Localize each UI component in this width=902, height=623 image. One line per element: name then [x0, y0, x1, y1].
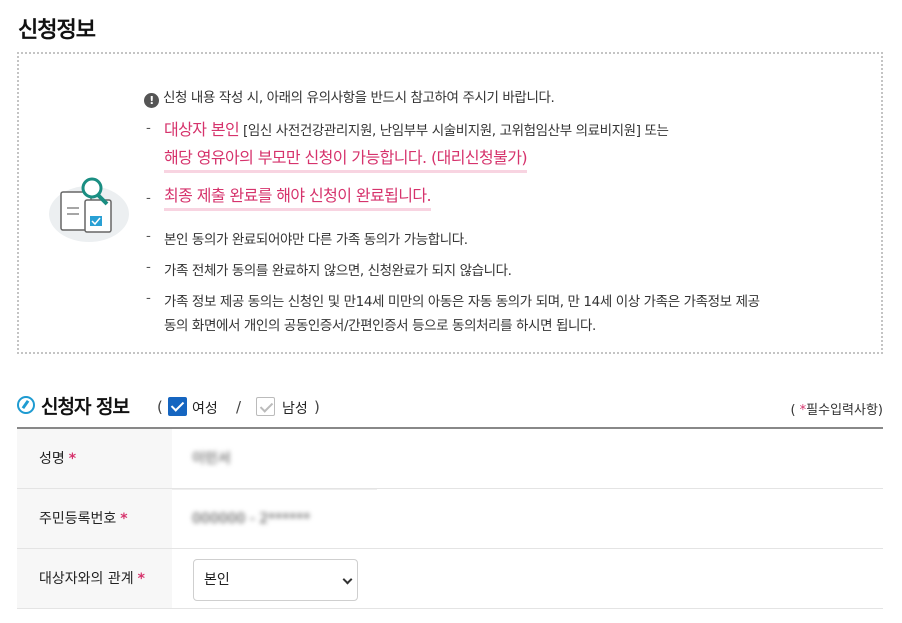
bullet-dash: - — [146, 190, 151, 206]
notice-bullet-3: 본인 동의가 완료되어야만 다른 가족 동의가 가능합니다. — [164, 232, 468, 248]
required-note: ( *필수입력사항) — [790, 399, 883, 418]
required-star: * — [120, 511, 128, 527]
notice-bullet-4: 가족 전체가 동의를 완료하지 않으면, 신청완료가 되지 않습니다. — [164, 263, 512, 279]
page-title: 신청정보 — [18, 18, 96, 43]
gender-divider: / — [236, 398, 242, 416]
relation-label-text: 대상자와의 관계 — [39, 571, 134, 587]
rrn-value: 000000 - 2****** — [192, 511, 311, 527]
document-search-icon — [49, 177, 129, 242]
paren-open: ( — [157, 398, 163, 416]
name-label-text: 성명 — [39, 451, 65, 467]
notice-info-text: 신청 내용 작성 시, 아래의 유의사항을 반드시 참고하여 주시기 바랍니다. — [163, 90, 555, 106]
edit-icon — [17, 396, 35, 414]
male-label[interactable]: 남성 — [282, 398, 308, 418]
relation-label: 대상자와의 관계 * — [17, 549, 172, 608]
bullet-dash: - — [146, 228, 151, 244]
bullet-dash: - — [146, 259, 151, 275]
notice-box: ! 신청 내용 작성 시, 아래의 유의사항을 반드시 참고하여 주시기 바랍니다… — [17, 52, 883, 354]
female-label[interactable]: 여성 — [192, 398, 218, 418]
form-row-relation: 대상자와의 관계 * 본인 — [17, 549, 883, 609]
female-checkbox[interactable] — [168, 397, 187, 416]
notice-info: ! 신청 내용 작성 시, 아래의 유의사항을 반드시 참고하여 주시기 바랍니다… — [144, 86, 555, 108]
required-paren-open: ( — [790, 403, 796, 418]
required-star: * — [68, 451, 77, 467]
name-label: 성명 * — [17, 429, 172, 488]
applicant-title: 신청자 정보 — [41, 396, 130, 418]
name-value: 이민서 — [192, 451, 231, 467]
required-paren-close: ) — [877, 403, 883, 418]
notice-bullet-5: 가족 정보 제공 동의는 신청인 및 만14세 미만의 아동은 자동 동의가 되… — [164, 294, 760, 310]
male-checkbox[interactable] — [256, 397, 275, 416]
applicant-form: 성명 * 이민서 주민등록번호 * 000000 - 2****** 대상자와의 관… — [17, 427, 883, 609]
relation-select[interactable]: 본인 — [193, 559, 358, 601]
required-text: 필수입력사항 — [806, 403, 878, 418]
paren-close: ) — [314, 398, 320, 416]
bullet-dash: - — [146, 120, 151, 136]
bullet-dash: - — [146, 290, 151, 306]
form-row-name: 성명 * 이민서 — [17, 429, 883, 490]
form-row-rrn: 주민등록번호 * 000000 - 2****** — [17, 489, 883, 549]
parent-only-text: 해당 영유아의 부모만 신청이 가능합니다. (대리신청불가) — [164, 144, 528, 173]
notice-bullet-1-line2: 해당 영유아의 부모만 신청이 가능합니다. (대리신청불가) — [164, 144, 528, 173]
relation-select-value: 본인 — [204, 572, 230, 588]
rrn-label-text: 주민등록번호 — [39, 511, 117, 527]
rrn-label: 주민등록번호 * — [17, 489, 172, 548]
notice-bullet-5-line2: 동의 화면에서 개인의 공동인증서/간편인증서 등으로 동의처리를 하시면 됩니… — [164, 318, 596, 334]
notice-bullet-2: 최종 제출 완료를 해야 신청이 완료됩니다. — [164, 182, 432, 211]
exclamation-icon: ! — [144, 93, 159, 108]
final-submit-text: 최종 제출 완료를 해야 신청이 완료됩니다. — [164, 182, 432, 211]
notice-bullet-1: 대상자 본인 [임신 사전건강관리지원, 난임부부 시술비지원, 고위험임산부 … — [164, 116, 669, 140]
chevron-down-icon — [342, 574, 353, 585]
program-list-text: [임신 사전건강관리지원, 난임부부 시술비지원, 고위험임산부 의료비지원] … — [243, 123, 669, 139]
applicant-header: 신청자 정보 ( 여성 / 남성 ) ( *필수입력사항) — [17, 392, 883, 422]
required-star: * — [137, 571, 145, 587]
target-self-text: 대상자 본인 — [164, 120, 240, 139]
